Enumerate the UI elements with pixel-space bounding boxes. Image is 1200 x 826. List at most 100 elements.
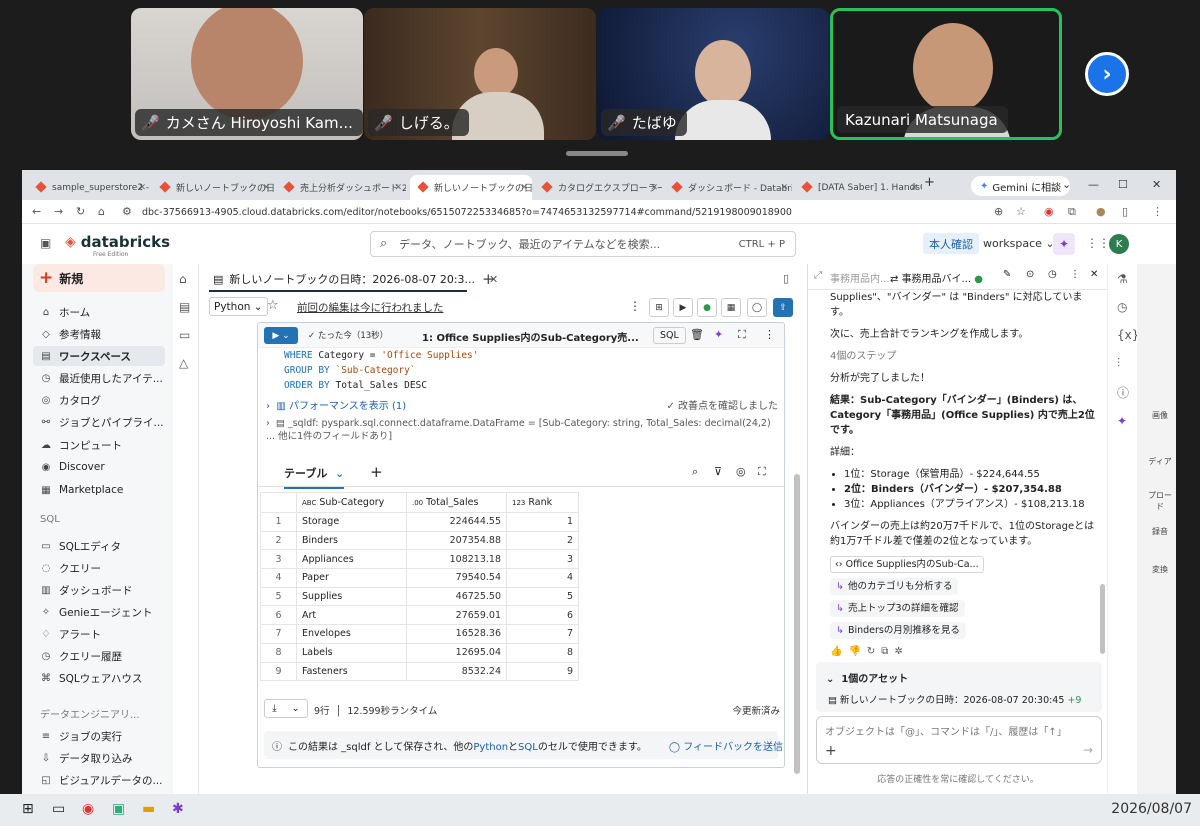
browser-tab-active[interactable]: 新しいノートブックの日時：20✕ — [410, 175, 532, 200]
cell-sub-category[interactable]: Binders — [296, 530, 407, 551]
cell-sub-category[interactable]: Envelopes — [296, 624, 407, 644]
browser-tab[interactable]: [DATA Saber] 1. HandsOn ✕ — [794, 175, 922, 200]
url-field[interactable]: dbc-37566913-4905.cloud.databricks.com/e… — [142, 203, 1062, 221]
schedule-icon[interactable]: ▦ — [721, 298, 741, 317]
table-row[interactable]: 1 Storage 224644.55 1 — [260, 512, 579, 532]
visibility-icon[interactable]: ◎ — [736, 465, 746, 478]
assistant-icon[interactable]: ✦ — [714, 328, 723, 341]
language-selector[interactable]: Python ⌄ — [209, 297, 268, 316]
sidebar-item-query-history[interactable]: ◷ クエリー履歴 — [33, 646, 165, 666]
star-icon[interactable]: ☆ — [1016, 205, 1026, 218]
column-header[interactable]: ABC Sub-Category — [296, 492, 407, 513]
app-icon[interactable]: ▣ — [112, 801, 125, 817]
regenerate-icon[interactable]: ↻ — [867, 646, 881, 657]
browser-tab[interactable]: 売上分析ダッシュボード 2026✕ — [276, 175, 406, 200]
apps-grid-icon[interactable]: ⋮⋮ — [1086, 236, 1110, 250]
copy-icon[interactable]: ⧉ — [881, 646, 894, 657]
history-icon[interactable]: ◷ — [1117, 300, 1127, 314]
back-icon[interactable]: ← — [32, 205, 41, 218]
global-search-input[interactable]: ⌕ データ、ノートブック、最近のアイテムなどを検索... CTRL + P — [370, 231, 796, 257]
layout-icon[interactable]: ⊞ — [649, 298, 669, 317]
avatar[interactable]: K — [1109, 234, 1129, 254]
more-icon[interactable]: ⋮ — [1070, 269, 1080, 280]
new-tab-icon[interactable]: + — [924, 175, 935, 190]
extensions-icon[interactable]: ⧉ — [1068, 205, 1076, 219]
expand-icon[interactable]: ⛶ — [738, 328, 746, 342]
cell-rank[interactable]: 4 — [506, 568, 579, 588]
sidebar-item-queries[interactable]: ◌ クエリー — [33, 558, 165, 578]
side-panel-icon[interactable]: ▯ — [1122, 205, 1128, 218]
python-link[interactable]: Python — [473, 742, 508, 753]
asset-item[interactable]: ▤ 新しいノートブックの日時：2026-08-07 20:30:45 +9 — [828, 692, 1081, 706]
assistant-tab[interactable]: 事務用品内... — [830, 270, 890, 285]
suggestion-button[interactable]: ↳ Bindersの月別推移を見る — [830, 622, 966, 639]
close-icon[interactable]: ✕ — [650, 183, 658, 193]
windows-start-icon[interactable]: ⊞ — [22, 801, 34, 817]
table-row[interactable]: 3 Appliances 108213.18 3 — [260, 549, 579, 570]
folder-icon[interactable]: ▬ — [142, 801, 155, 817]
minimize-icon[interactable]: — — [1088, 178, 1099, 191]
cell-sub-category[interactable]: Art — [296, 605, 407, 626]
run-all-icon[interactable]: ▶ — [673, 298, 693, 317]
sidebar-item-job-runs[interactable]: ≡ ジョブの実行 — [33, 726, 165, 746]
split-view-icon[interactable]: ▯ — [783, 272, 789, 285]
resize-handle[interactable] — [566, 151, 628, 156]
pin-icon[interactable]: ⊙ — [1026, 269, 1034, 280]
sidebar-item-data-ingestion[interactable]: ⇩ データ取り込み — [33, 748, 165, 768]
share-icon[interactable]: ⇧ — [773, 298, 793, 317]
home-icon[interactable]: ⌂ — [179, 272, 187, 286]
new-chat-icon[interactable]: ✎ — [1003, 269, 1011, 280]
filter-icon[interactable]: ⊽ — [714, 465, 722, 478]
assistant-tab-active[interactable]: ⇄ 事務用品バイ... ● — [890, 270, 983, 285]
cell-total-sales[interactable]: 207354.88 — [406, 530, 507, 551]
databricks-logo[interactable]: ◈ databricks — [65, 233, 170, 251]
thumbs-down-icon[interactable]: 👎 — [848, 646, 866, 657]
participant-tile-3[interactable]: 🎤̸ たばゆ — [597, 8, 829, 140]
star-icon[interactable]: ☆ — [267, 298, 279, 313]
browser-tab[interactable]: 新しいノートブックの日時：20✕ — [152, 175, 274, 200]
download-button[interactable]: ⤓ ⌄ — [264, 699, 308, 718]
cell-rank[interactable]: 3 — [506, 549, 579, 570]
column-header[interactable]: 123 Rank — [506, 492, 579, 513]
browser-tab[interactable]: sample_superstore2 - Dat✕ — [28, 175, 150, 200]
participant-tile-1[interactable]: 🎤̸ カメさん Hiroyoshi Kam... — [131, 8, 363, 140]
add-visualization-icon[interactable]: + — [370, 463, 383, 481]
fullscreen-icon[interactable]: ⛶ — [758, 465, 766, 479]
cell-rank[interactable]: 8 — [506, 642, 579, 663]
sidebar-item-marketplace[interactable]: ▦ Marketplace — [33, 480, 165, 500]
suggestion-button[interactable]: ↳ 他のカテゴリも分析する — [830, 578, 959, 595]
tab-search-icon[interactable]: ⌄ — [1062, 178, 1071, 191]
sidebar-item-home[interactable]: ⌂ ホーム — [33, 302, 165, 322]
sidebar-item-genie[interactable]: ✧ Genieエージェント — [33, 602, 165, 622]
cell-total-sales[interactable]: 27659.01 — [406, 605, 507, 626]
close-icon[interactable]: ✕ — [1090, 269, 1098, 280]
assistant-icon[interactable]: ✦ — [1117, 414, 1127, 428]
folder-icon[interactable]: ▭ — [179, 328, 190, 342]
cell-total-sales[interactable]: 46725.50 — [406, 586, 507, 607]
sql-link[interactable]: SQL — [518, 742, 538, 753]
chrome-icon[interactable]: ◉ — [82, 801, 94, 817]
cell-sub-category[interactable]: Storage — [296, 512, 407, 532]
extension-icon[interactable]: ◉ — [1044, 205, 1054, 218]
more-icon[interactable]: ⋮ — [629, 299, 641, 313]
browser-tab[interactable]: カタログエクスプローラー - Dat✕ — [534, 175, 662, 200]
feedback-link[interactable]: ◯ フィードバックを送信 — [669, 738, 783, 753]
site-info-icon[interactable]: ⚙ — [122, 205, 132, 218]
cell-total-sales[interactable]: 8532.24 — [406, 661, 507, 682]
thumbs-up-icon[interactable]: 👍 — [830, 646, 848, 657]
slack-icon[interactable]: ✱ — [172, 801, 184, 817]
table-row[interactable]: 6 Art 27659.01 6 — [260, 605, 579, 626]
sidebar-item-recents[interactable]: ◷ 最近使用したアイテ... — [33, 368, 165, 388]
table-row[interactable]: 7 Envelopes 16528.36 7 — [260, 624, 579, 644]
maximize-icon[interactable]: ☐ — [1118, 178, 1128, 191]
cell-sub-category[interactable]: Appliances — [296, 549, 407, 570]
cell-total-sales[interactable]: 108213.18 — [406, 549, 507, 570]
steps-toggle[interactable]: 4個のステップ — [830, 349, 1100, 364]
more-icon[interactable]: ⋮ — [764, 328, 775, 341]
cell-rank[interactable]: 2 — [506, 530, 579, 551]
send-icon[interactable]: → — [1083, 743, 1093, 757]
close-icon[interactable]: ✕ — [780, 183, 788, 193]
cell-language-chip[interactable]: SQL — [653, 327, 686, 344]
close-icon[interactable]: ✕ — [138, 183, 146, 193]
attach-icon[interactable]: + — [825, 743, 837, 759]
